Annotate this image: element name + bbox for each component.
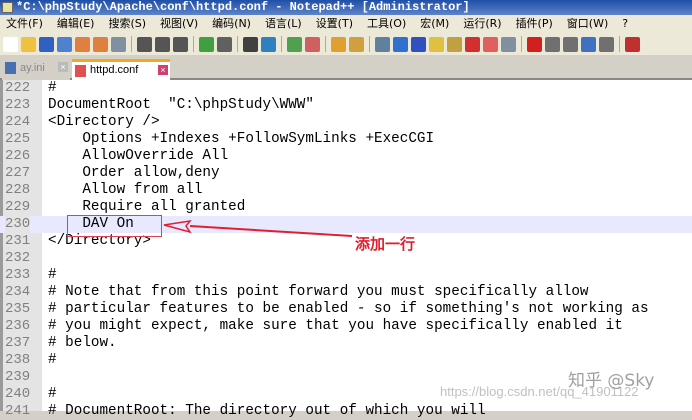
annotation-arrow (163, 219, 353, 237)
watermark-url: https://blog.csdn.net/qq_41901122 (440, 384, 639, 399)
annotation-text: 添加一行 (355, 235, 416, 253)
